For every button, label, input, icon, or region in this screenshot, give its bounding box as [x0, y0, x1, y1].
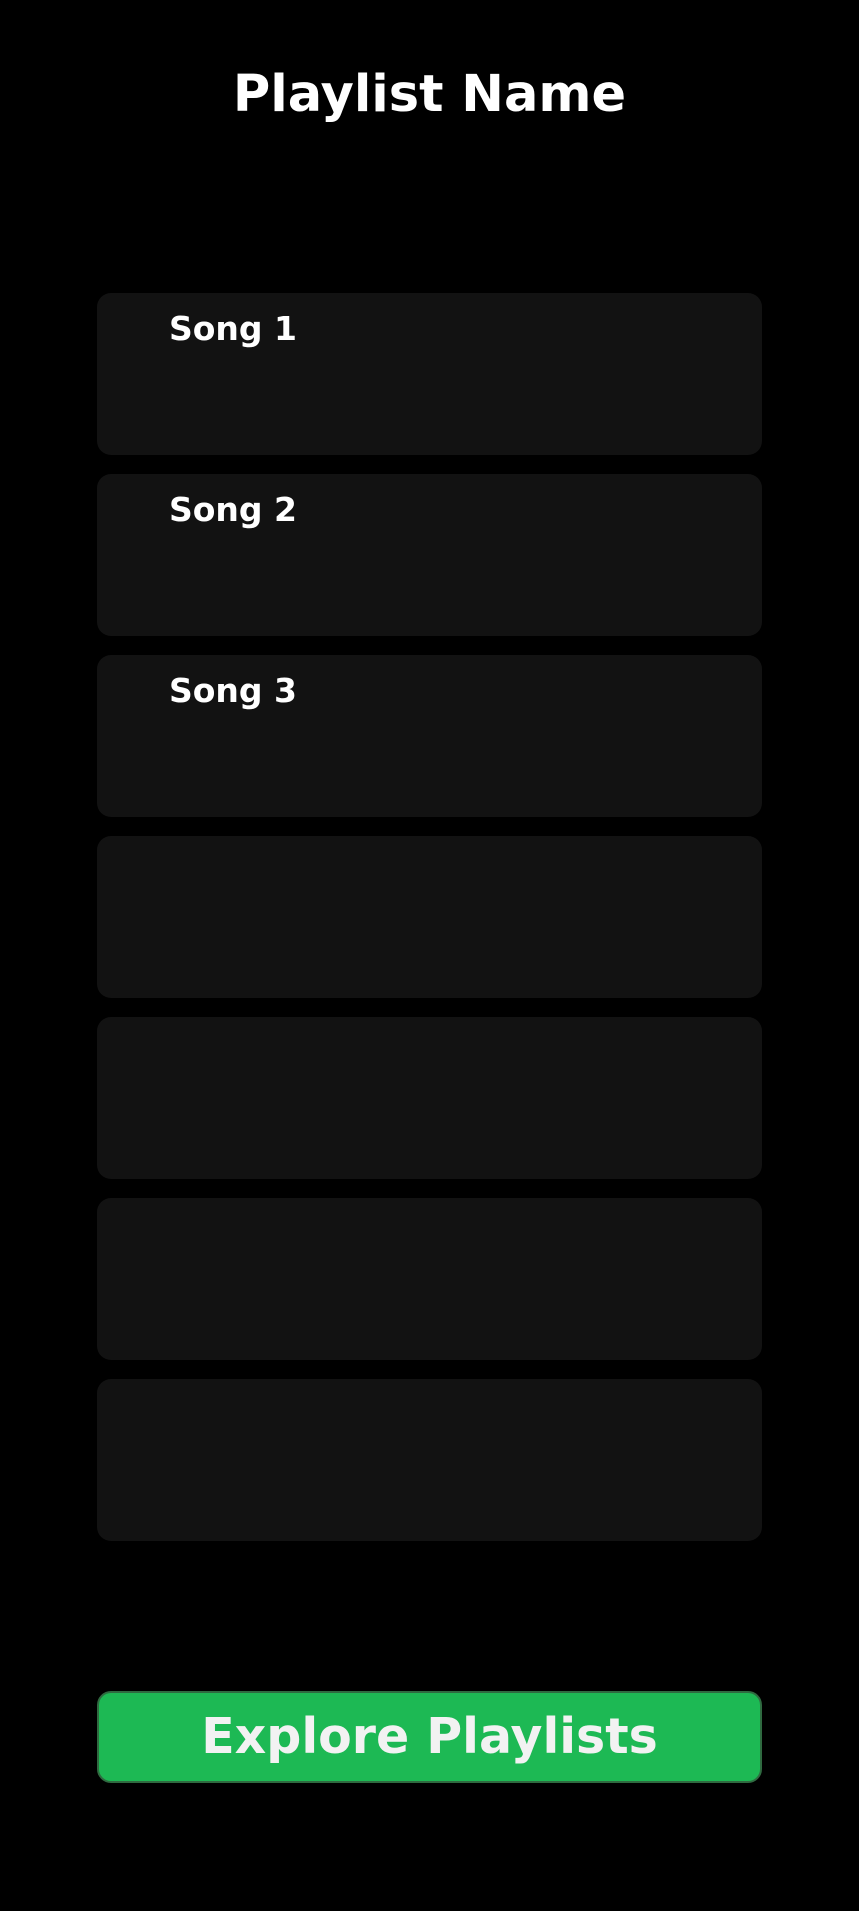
song-card-3[interactable]: Song 3 — [97, 655, 762, 817]
explore-playlists-button[interactable]: Explore Playlists — [97, 1691, 762, 1783]
song-list: Song 1 Song 2 Song 3 — [97, 293, 762, 1560]
playlist-title: Playlist Name — [232, 65, 627, 124]
song-title: Song 2 — [168, 490, 297, 529]
song-card-6[interactable] — [97, 1198, 762, 1360]
song-card-2[interactable]: Song 2 — [97, 474, 762, 636]
song-card-1[interactable]: Song 1 — [97, 293, 762, 455]
song-card-7[interactable] — [97, 1379, 762, 1541]
song-card-4[interactable] — [97, 836, 762, 998]
song-card-5[interactable] — [97, 1017, 762, 1179]
song-title: Song 3 — [168, 671, 297, 710]
song-title: Song 1 — [168, 309, 297, 348]
